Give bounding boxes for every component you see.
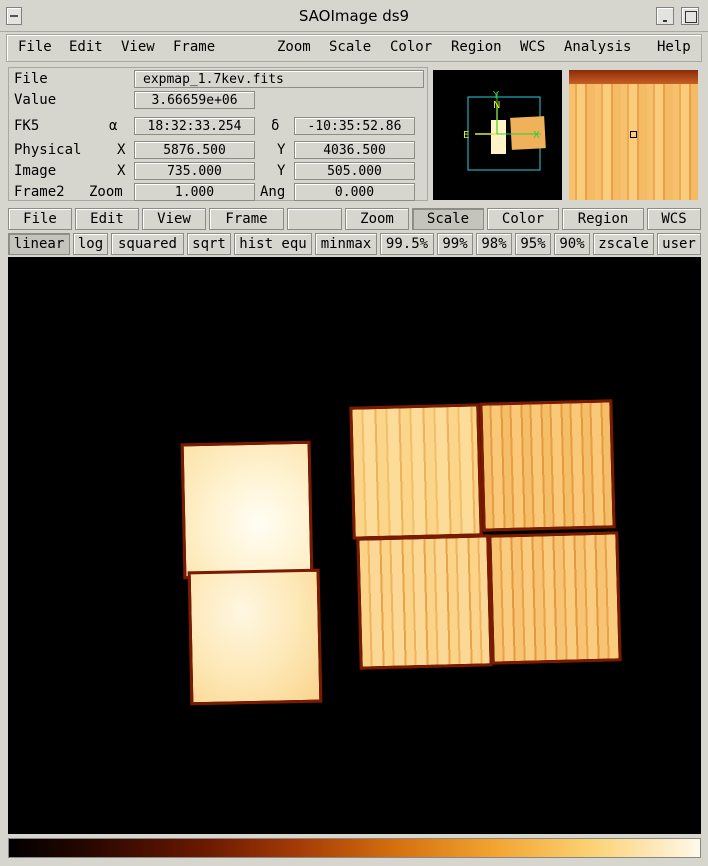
menu-color[interactable]: Color [390,39,432,55]
button-frame[interactable]: Frame [209,208,284,230]
scale-98-button[interactable]: 98% [476,233,512,255]
north-label: N [493,100,500,111]
physical-x-label: X [117,142,126,158]
window-title: SAOImage ds9 [298,7,410,25]
button-color[interactable]: Color [487,208,559,230]
menu-region[interactable]: Region [451,39,502,55]
menu-help[interactable]: Help [657,39,691,55]
scale-99-5-button[interactable]: 99.5% [380,233,434,255]
chip-right-bottom-left [356,534,493,670]
menu-analysis[interactable]: Analysis [564,39,631,55]
file-label: File [14,71,48,87]
angle-field: 0.000 [294,183,415,201]
button-edit[interactable]: Edit [75,208,139,230]
menubar: File Edit View Frame Zoom Scale Color Re… [6,34,702,62]
scale-user-button[interactable]: user [657,233,701,255]
chip-left-top [180,440,314,580]
menu-zoom[interactable]: Zoom [277,39,311,55]
image-y-field: 505.000 [294,162,415,180]
angle-label: Ang [260,184,286,200]
menu-scale[interactable]: Scale [329,39,371,55]
chip-left-bottom [187,568,323,706]
menu-frame[interactable]: Frame [173,39,215,55]
scale-90-button[interactable]: 90% [554,233,590,255]
maximize-button[interactable] [681,7,699,25]
chip-right-bottom-right [488,531,622,665]
panner-chip-right [510,116,546,150]
menu-file[interactable]: File [18,39,52,55]
button-zoom[interactable]: Zoom [345,208,409,230]
alpha-label: α [109,118,118,134]
zoom-field: 1.000 [134,183,255,201]
panner-chip-left [491,120,506,154]
scale-squared-button[interactable]: squared [111,233,184,255]
pixel-value-field: 3.66659e+06 [134,91,255,109]
image-y-label: Y [277,163,286,179]
button-wcs[interactable]: WCS [647,208,701,230]
value-label: Value [14,92,57,108]
button-scale[interactable]: Scale [412,208,484,230]
delta-label: δ [271,118,280,134]
physical-label: Physical [14,142,82,158]
button-file[interactable]: File [8,208,72,230]
dec-field: -10:35:52.86 [294,117,415,135]
colorbar[interactable] [8,838,701,858]
info-panel: File expmap_1.7kev.fits Value 3.66659e+0… [8,67,428,201]
physical-y-label: Y [277,142,286,158]
image-frame[interactable] [8,257,701,834]
ra-field: 18:32:33.254 [134,117,255,135]
scale-log-button[interactable]: log [73,233,108,255]
scale-zscale-button[interactable]: zscale [593,233,654,255]
chip-right-top-right [479,399,616,532]
magnifier [569,70,698,200]
magnifier-cursor [630,131,637,138]
button-region[interactable]: Region [562,208,644,230]
chip-right-top-left [349,403,483,540]
zoom-label: Zoom [89,184,123,200]
image-label: Image [14,163,57,179]
scale-sqrt-button[interactable]: sqrt [187,233,231,255]
panner-view[interactable]: N Y E X [433,70,562,200]
east-label: E [463,130,469,141]
y-axis-label: Y [492,90,500,101]
button-view[interactable]: View [142,208,206,230]
file-name-field: expmap_1.7kev.fits [134,70,424,88]
frame-label: Frame2 [14,184,65,200]
window-title-bar[interactable]: SAOImage ds9 [0,0,708,32]
menu-wcs[interactable]: WCS [520,39,545,55]
menu-view[interactable]: View [121,39,155,55]
image-x-field: 735.000 [134,162,255,180]
scale-99-button[interactable]: 99% [437,233,473,255]
x-axis-label: X [533,130,540,141]
menu-edit[interactable]: Edit [69,39,103,55]
physical-x-field: 5876.500 [134,141,255,159]
scale-histequ-button[interactable]: hist equ [234,233,312,255]
magnifier-chip-edge [569,70,698,84]
image-x-label: X [117,163,126,179]
scale-95-button[interactable]: 95% [515,233,551,255]
physical-y-field: 4036.500 [294,141,415,159]
panner[interactable]: N Y E X [433,70,562,200]
minimize-button[interactable] [656,7,674,25]
scale-linear-button[interactable]: linear [8,233,70,255]
button-blank[interactable] [287,208,342,230]
fk5-label: FK5 [14,118,40,134]
scale-minmax-button[interactable]: minmax [315,233,377,255]
